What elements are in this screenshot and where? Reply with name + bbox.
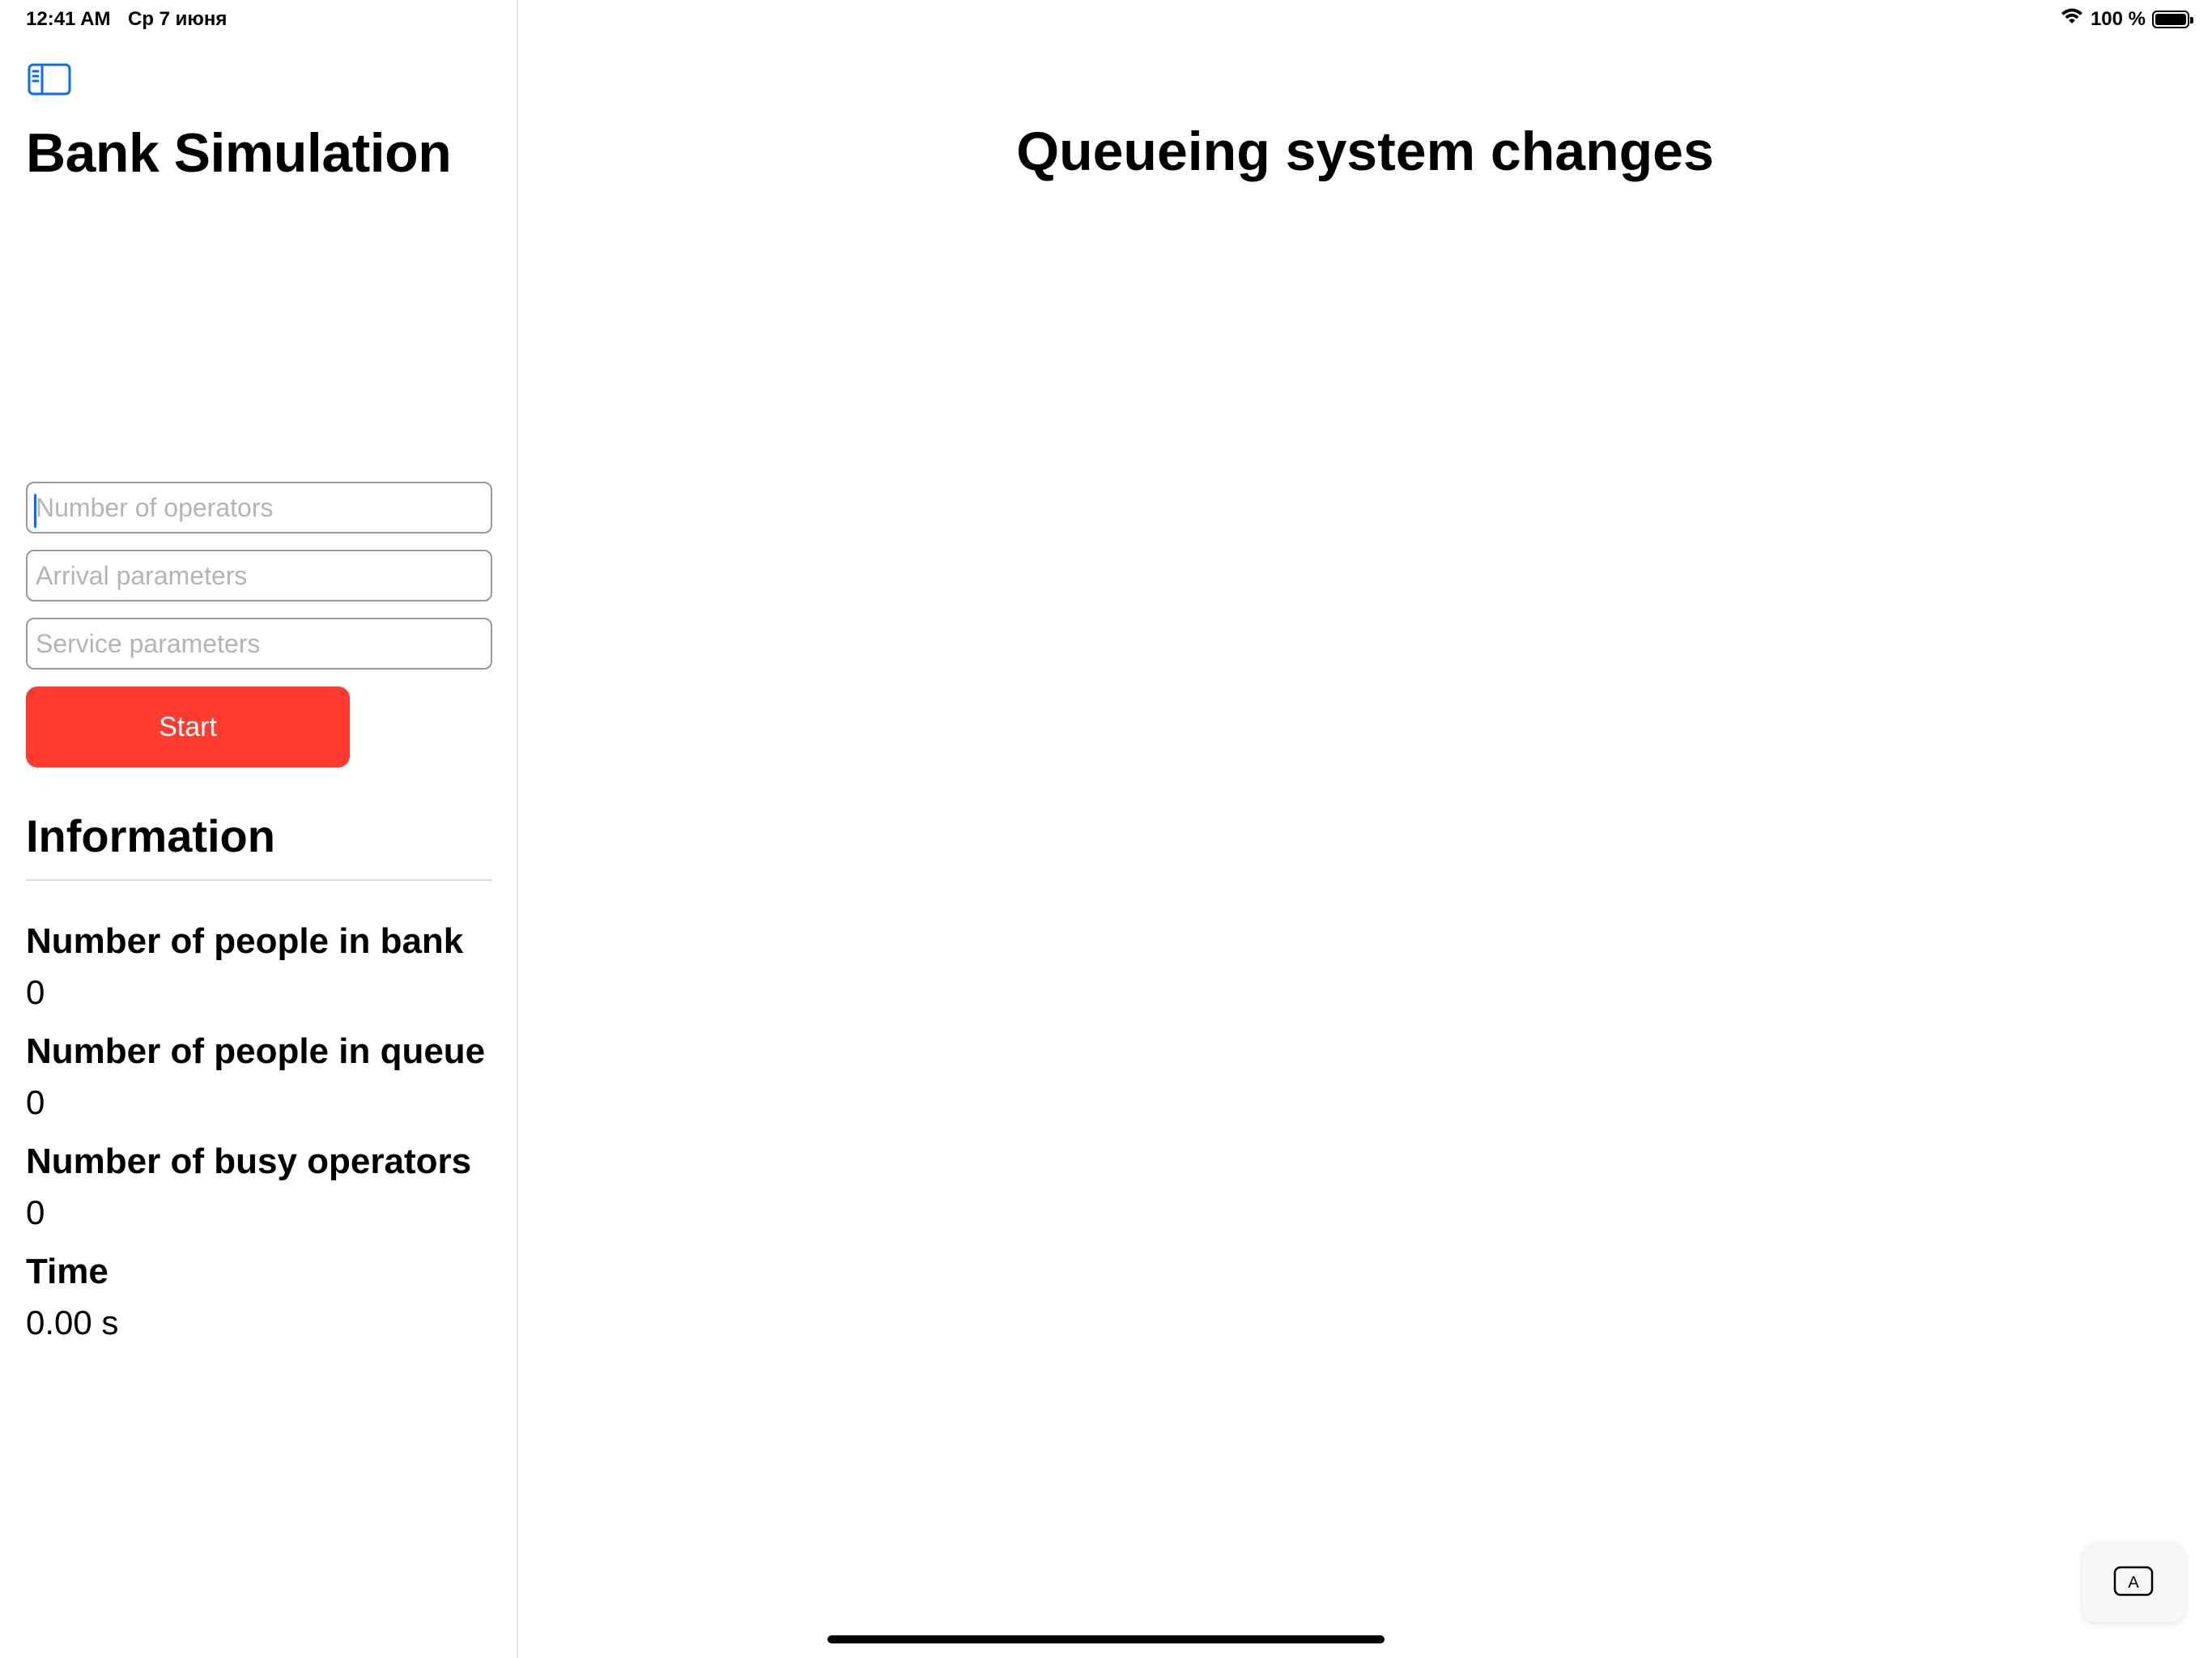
battery-full-icon <box>2152 10 2193 28</box>
svg-text:A: A <box>2128 1574 2139 1592</box>
arrival-parameters-input[interactable] <box>26 550 492 602</box>
information-heading: Information <box>26 810 275 861</box>
stat-label-people-in-queue: Number of people in queue <box>26 1031 486 1071</box>
divider <box>26 879 492 881</box>
stat-value-people-in-queue: 0 <box>26 1083 45 1121</box>
operators-input[interactable] <box>26 482 492 534</box>
sidebar-toggle-icon[interactable] <box>28 63 71 96</box>
stat-label-busy-operators: Number of busy operators <box>26 1141 472 1181</box>
start-button[interactable]: Start <box>26 687 350 767</box>
status-right: 100 % <box>2060 6 2193 32</box>
keyboard-shortcut-button[interactable]: A <box>2082 1543 2184 1622</box>
stat-value-people-in-bank: 0 <box>26 973 45 1011</box>
keyboard-shortcut-a-icon: A <box>2113 1566 2154 1601</box>
home-indicator[interactable] <box>827 1635 1385 1643</box>
service-parameters-input[interactable] <box>26 618 492 670</box>
battery-percent: 100 % <box>2090 7 2146 30</box>
text-caret <box>34 494 36 528</box>
detail-title: Queueing system changes <box>1016 121 1714 182</box>
screen: 12:41 AM Ср 7 июня 100 % Bank Simulation… <box>0 0 2212 1658</box>
stat-label-time: Time <box>26 1252 108 1291</box>
stat-value-busy-operators: 0 <box>26 1193 45 1231</box>
stat-value-time: 0.00 s <box>26 1303 119 1341</box>
page-title: Bank Simulation <box>26 122 452 184</box>
wifi-icon <box>2060 6 2084 32</box>
sidebar: Bank Simulation Start Information Number… <box>0 0 518 1658</box>
stat-label-people-in-bank: Number of people in bank <box>26 921 464 961</box>
